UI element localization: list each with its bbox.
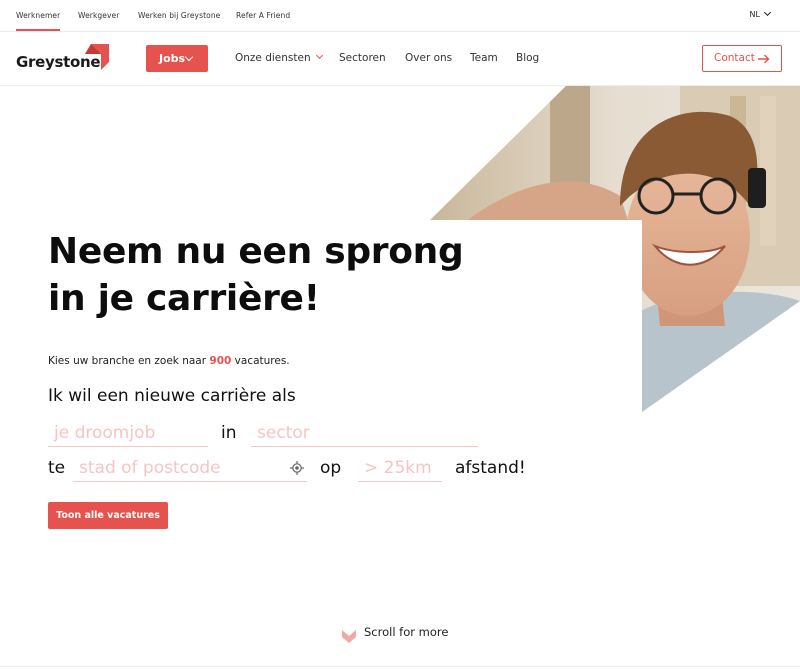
logo[interactable]: Greystone bbox=[16, 44, 116, 74]
sector-placeholder: sector bbox=[257, 423, 310, 443]
word-te: te bbox=[48, 458, 66, 478]
show-all-vacancies-button[interactable]: Toon alle vacatures bbox=[48, 502, 168, 529]
headline-line-1: Neem nu een sprong bbox=[48, 231, 464, 272]
intro-after: vacatures. bbox=[231, 355, 290, 367]
language-selector[interactable]: NL bbox=[749, 8, 772, 19]
search-lead-text: Ik wil een nieuwe carrière als bbox=[48, 386, 296, 406]
logo-mark-icon bbox=[85, 44, 109, 70]
intro-before: Kies uw branche en zoek naar bbox=[48, 355, 210, 367]
chevron-down-icon bbox=[315, 51, 323, 60]
topbar-link-werken-bij[interactable]: Werken bij Greystone bbox=[138, 11, 220, 20]
sector-select[interactable]: sector bbox=[251, 421, 478, 447]
language-label: NL bbox=[749, 10, 760, 19]
hero-headline: Neem nu een sprong in je carrière! bbox=[48, 228, 478, 322]
chevron-down-icon bbox=[184, 52, 194, 62]
nav-link-sectoren[interactable]: Sectoren bbox=[339, 52, 386, 64]
hero-photo bbox=[430, 86, 800, 412]
word-afstand: afstand! bbox=[455, 458, 526, 478]
nav-link-label: Onze diensten bbox=[235, 52, 311, 64]
word-op: op bbox=[320, 458, 342, 478]
contact-button[interactable]: Contact bbox=[702, 45, 782, 72]
jobs-menu-button[interactable]: Jobs bbox=[146, 45, 208, 72]
location-input[interactable]: stad of postcode bbox=[73, 456, 307, 482]
divider bbox=[0, 666, 800, 667]
main-navigation: Greystone Jobs Onze diensten Sectoren Ov… bbox=[0, 32, 800, 86]
chevron-down-icon bbox=[763, 8, 772, 17]
nav-link-onze-diensten[interactable]: Onze diensten bbox=[235, 51, 323, 64]
distance-select[interactable]: > 25km bbox=[358, 456, 442, 482]
jobs-label: Jobs bbox=[159, 52, 186, 65]
chevron-down-icon bbox=[342, 630, 356, 643]
nav-link-team[interactable]: Team bbox=[470, 52, 498, 64]
job-placeholder: je droomjob bbox=[54, 423, 156, 443]
scroll-label: Scroll for more bbox=[364, 625, 449, 639]
word-in: in bbox=[221, 423, 237, 443]
arrow-right-icon bbox=[758, 54, 770, 64]
vacancy-count: 900 bbox=[209, 355, 232, 367]
location-placeholder: stad of postcode bbox=[79, 458, 221, 478]
nav-link-over-ons[interactable]: Over ons bbox=[405, 52, 452, 64]
job-input[interactable]: je droomjob bbox=[48, 421, 208, 447]
distance-placeholder: > 25km bbox=[364, 458, 432, 478]
topbar-link-werkgever[interactable]: Werkgever bbox=[78, 11, 119, 20]
top-utility-bar: Werknemer Werkgever Werken bij Greystone… bbox=[0, 0, 800, 32]
nav-link-blog[interactable]: Blog bbox=[516, 52, 539, 64]
topbar-link-werknemer[interactable]: Werknemer bbox=[16, 11, 61, 31]
contact-label: Contact bbox=[714, 52, 755, 64]
topbar-link-refer-a-friend[interactable]: Refer A Friend bbox=[236, 11, 290, 20]
intro-text: Kies uw branche en zoek naar 900 vacatur… bbox=[48, 355, 290, 367]
locate-me-icon[interactable] bbox=[290, 461, 304, 475]
headline-line-2: in je carrière! bbox=[48, 278, 320, 319]
